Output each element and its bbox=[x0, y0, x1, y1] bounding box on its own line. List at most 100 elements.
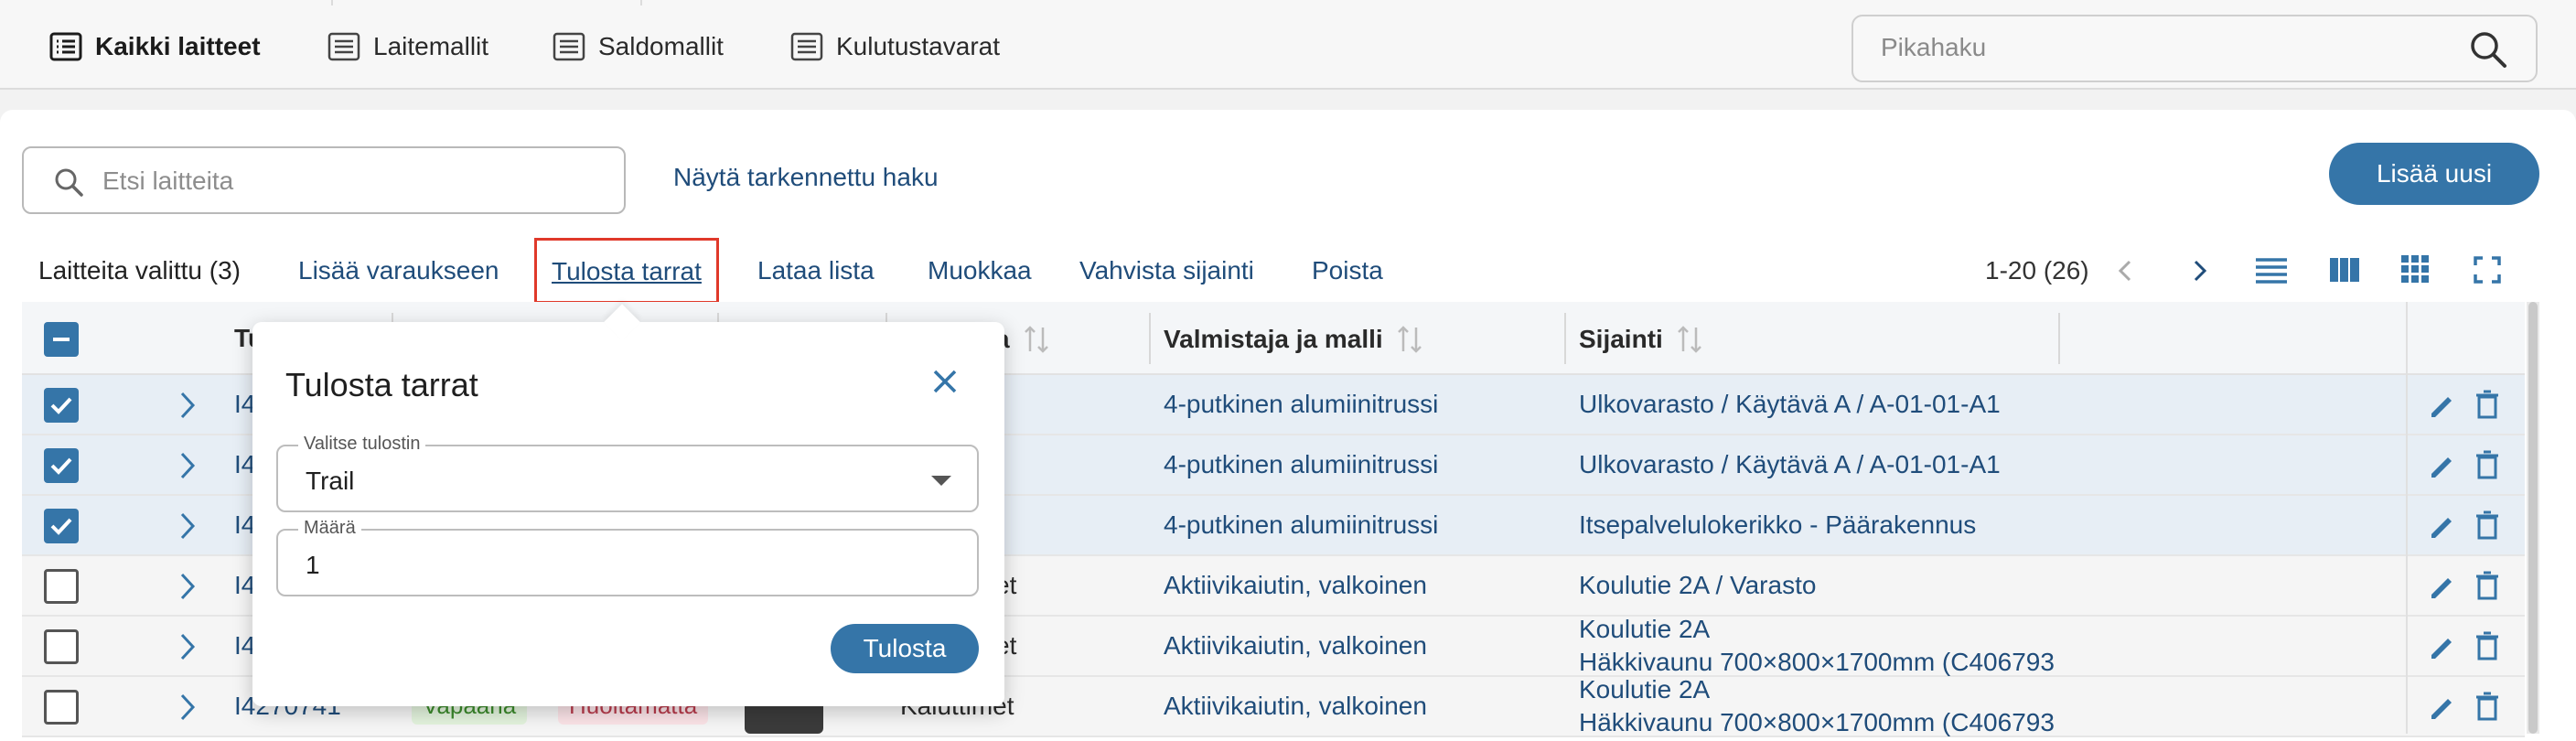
chevron-right-icon[interactable] bbox=[177, 510, 198, 542]
tab-consumables[interactable]: Kulutustavarat bbox=[790, 26, 1000, 68]
row-checkbox[interactable] bbox=[44, 569, 79, 604]
grid-view-icon[interactable] bbox=[2400, 254, 2430, 284]
print-labels-dialog: Tulosta tarrat Valitse tulostin Trail Mä… bbox=[252, 304, 1004, 706]
chevron-right-icon[interactable] bbox=[177, 631, 198, 662]
column-divider bbox=[2058, 313, 2060, 364]
tab-label: Kaikki laitteet bbox=[95, 32, 261, 60]
delete-icon[interactable] bbox=[2475, 390, 2499, 419]
printer-select[interactable]: Valitse tulostin Trail bbox=[276, 434, 979, 512]
sort-icon bbox=[1024, 326, 1048, 353]
row-checkbox[interactable] bbox=[44, 388, 79, 423]
row-location: Koulutie 2A bbox=[1579, 675, 1711, 703]
tab-divider bbox=[331, 0, 642, 5]
confirm-location-button[interactable]: Vahvista sijainti bbox=[1079, 256, 1254, 285]
row-location: Ulkovarasto / Käytävä A / A-01-01-A1 bbox=[1579, 450, 2001, 478]
chevron-right-icon[interactable] bbox=[2186, 256, 2212, 285]
edit-icon[interactable] bbox=[2428, 510, 2455, 540]
list-view-icon[interactable] bbox=[2254, 254, 2289, 287]
add-new-button[interactable]: Lisää uusi bbox=[2329, 143, 2539, 205]
delete-icon[interactable] bbox=[2475, 692, 2499, 721]
download-list-button[interactable]: Lataa lista bbox=[757, 256, 875, 285]
select-all-checkbox[interactable] bbox=[44, 322, 79, 357]
close-icon[interactable] bbox=[929, 366, 961, 397]
header-label: Sijainti bbox=[1579, 325, 1663, 353]
row-manufacturer: 4-putkinen alumiinitrussi bbox=[1164, 390, 1439, 418]
sort-icon bbox=[1677, 326, 1701, 353]
row-location: Itsepalvelulokerikko - Päärakennus bbox=[1579, 510, 1977, 539]
row-checkbox[interactable] bbox=[44, 448, 79, 483]
row-checkbox[interactable] bbox=[44, 629, 79, 664]
row-checkbox[interactable] bbox=[44, 690, 79, 725]
search-icon[interactable] bbox=[2468, 29, 2508, 70]
edit-icon[interactable] bbox=[2428, 692, 2455, 721]
chevron-left-icon[interactable] bbox=[2113, 256, 2139, 285]
print-labels-button[interactable]: Tulosta tarrat bbox=[534, 238, 719, 304]
top-nav: Kaikki laitteet Laitemallit Saldomallit … bbox=[0, 0, 2576, 90]
tab-label: Saldomallit bbox=[598, 32, 724, 60]
tab-label: Kulutustavarat bbox=[836, 32, 1000, 60]
print-labels-label: Tulosta tarrat bbox=[552, 257, 702, 285]
delete-button[interactable]: Poista bbox=[1312, 256, 1383, 285]
selected-count: Laitteita valittu (3) bbox=[38, 256, 241, 285]
row-actions bbox=[2428, 510, 2499, 540]
pagination-range: 1-20 (26) bbox=[1985, 256, 2089, 285]
check-icon bbox=[50, 457, 72, 475]
row-actions bbox=[2428, 450, 2499, 479]
edit-button[interactable]: Muokkaa bbox=[928, 256, 1032, 285]
printer-label: Valitse tulostin bbox=[298, 434, 426, 455]
check-icon bbox=[50, 397, 72, 414]
print-submit-button[interactable]: Tulosta bbox=[831, 624, 979, 673]
row-actions bbox=[2428, 631, 2499, 660]
delete-icon[interactable] bbox=[2475, 450, 2499, 479]
row-actions bbox=[2428, 692, 2499, 721]
row-actions bbox=[2428, 571, 2499, 600]
search-icon bbox=[55, 168, 83, 197]
fullscreen-icon[interactable] bbox=[2474, 256, 2501, 284]
row-location-detail: Häkkivaunu 700×800×1700mm (C406793 bbox=[1579, 708, 2055, 736]
row-location: Koulutie 2A bbox=[1579, 615, 1711, 643]
column-divider bbox=[1149, 313, 1151, 364]
device-search bbox=[22, 146, 626, 214]
edit-icon[interactable] bbox=[2428, 390, 2455, 419]
quantity-label: Määrä bbox=[298, 518, 361, 539]
check-icon bbox=[50, 518, 72, 535]
header-col-location[interactable]: Sijainti bbox=[1579, 324, 1703, 355]
add-to-reservation-button[interactable]: Lisää varaukseen bbox=[298, 256, 499, 285]
header-col-manufacturer[interactable]: Valmistaja ja malli bbox=[1164, 324, 1423, 355]
tab-stock-models[interactable]: Saldomallit bbox=[553, 26, 724, 68]
quick-search bbox=[1852, 15, 2538, 82]
list-icon bbox=[553, 32, 585, 61]
row-manufacturer: Aktiivikaiutin, valkoinen bbox=[1164, 631, 1427, 660]
column-divider bbox=[1564, 313, 1566, 364]
chevron-right-icon[interactable] bbox=[177, 390, 198, 421]
device-search-input[interactable] bbox=[102, 166, 596, 196]
list-icon bbox=[327, 32, 360, 61]
row-location: Ulkovarasto / Käytävä A / A-01-01-A1 bbox=[1579, 390, 2001, 418]
row-manufacturer: Aktiivikaiutin, valkoinen bbox=[1164, 692, 1427, 720]
vertical-scrollbar[interactable] bbox=[2527, 302, 2539, 734]
dialog-title: Tulosta tarrat bbox=[285, 366, 478, 403]
advanced-search-link[interactable]: Näytä tarkennettu haku bbox=[673, 163, 939, 192]
sort-icon bbox=[1397, 326, 1422, 353]
row-manufacturer: 4-putkinen alumiinitrussi bbox=[1164, 450, 1439, 478]
delete-icon[interactable] bbox=[2475, 571, 2499, 600]
quantity-field[interactable]: Määrä 1 bbox=[276, 518, 979, 596]
edit-icon[interactable] bbox=[2428, 631, 2455, 660]
actions-column-divider bbox=[2406, 302, 2408, 734]
chevron-right-icon[interactable] bbox=[177, 450, 198, 481]
delete-icon[interactable] bbox=[2475, 510, 2499, 540]
list-icon bbox=[790, 32, 823, 61]
list-icon bbox=[49, 32, 82, 61]
tab-all-devices[interactable]: Kaikki laitteet bbox=[49, 26, 261, 68]
tab-device-models[interactable]: Laitemallit bbox=[327, 26, 488, 68]
scrollbar-thumb[interactable] bbox=[2528, 302, 2538, 734]
quantity-value: 1 bbox=[306, 551, 320, 579]
delete-icon[interactable] bbox=[2475, 631, 2499, 660]
quick-search-input[interactable] bbox=[1881, 33, 2430, 62]
chevron-right-icon[interactable] bbox=[177, 692, 198, 723]
chevron-right-icon[interactable] bbox=[177, 571, 198, 602]
row-checkbox[interactable] bbox=[44, 509, 79, 543]
edit-icon[interactable] bbox=[2428, 450, 2455, 479]
columns-view-icon[interactable] bbox=[2329, 256, 2360, 284]
edit-icon[interactable] bbox=[2428, 571, 2455, 600]
